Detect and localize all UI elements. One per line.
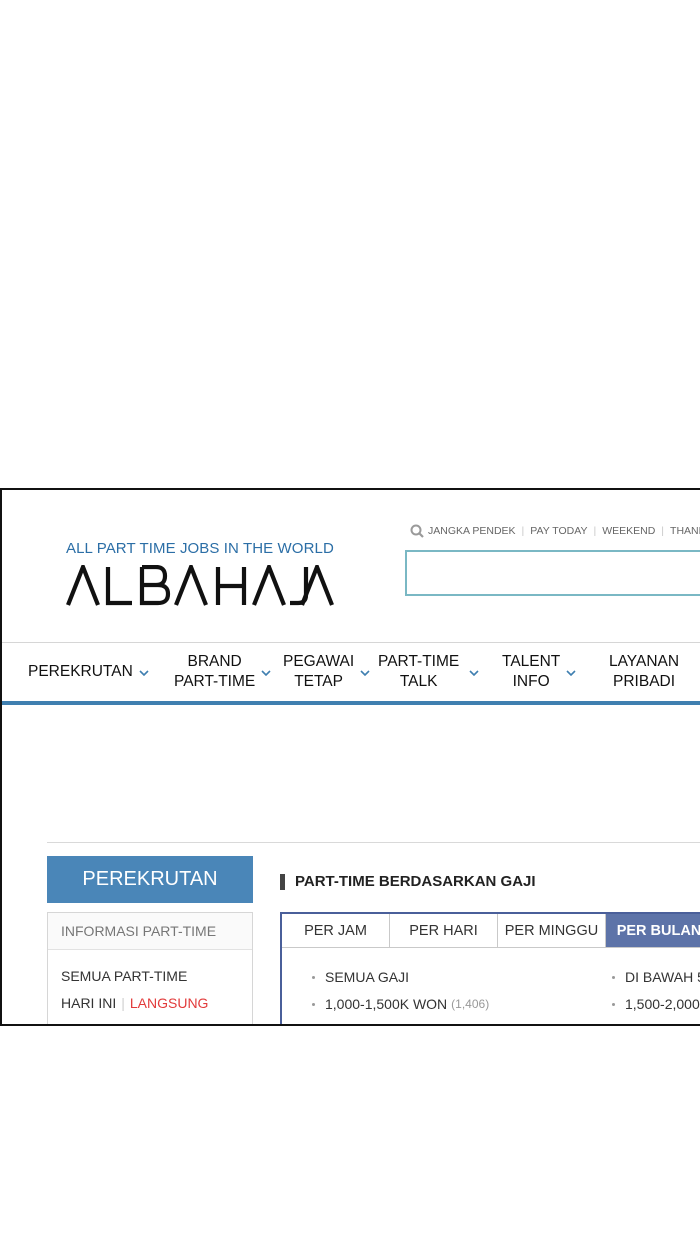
tab-per-month[interactable]: PER BULAN — [606, 914, 700, 947]
salary-range-1000-1500[interactable]: 1,000-1,500K WON (1,406) — [312, 996, 489, 1012]
salary-range-under[interactable]: DI BAWAH 5 — [612, 969, 700, 985]
section-title-text: PART-TIME BERDASARKAN GAJI — [295, 873, 536, 890]
nav-label-line: PART-TIME — [378, 653, 460, 670]
nav-label-line: INFO — [512, 673, 550, 690]
sidebar-title: PEREKRUTAN — [47, 856, 253, 903]
tab-per-hour[interactable]: PER JAM — [282, 914, 390, 947]
nav-item-part-time-talk[interactable]: PART-TIME TALK — [378, 643, 479, 701]
nav-label: PART-TIME TALK — [378, 652, 459, 692]
content-divider — [47, 842, 700, 843]
nav-item-personal-service[interactable]: LAYANAN PRIBADI — [609, 643, 679, 701]
salary-range-count: (1,406) — [451, 997, 490, 1011]
nav-label-line: BRAND — [187, 653, 242, 670]
nav-label: LAYANAN PRIBADI — [609, 652, 679, 692]
nav-label: PEGAWAI TETAP — [283, 652, 354, 692]
site-logo[interactable] — [66, 561, 336, 612]
nav-label-line: LAYANAN — [609, 653, 680, 670]
divider: | — [661, 525, 665, 537]
salary-filter-panel: PER JAM PER HARI PER MINGGU PER BULAN SE… — [280, 912, 700, 1024]
browser-viewport: ALL PART TIME JOBS IN THE WORLD JANGKA P… — [0, 488, 700, 1026]
nav-item-permanent-staff[interactable]: PEGAWAI TETAP — [283, 643, 370, 701]
tab-per-day[interactable]: PER HARI — [390, 914, 498, 947]
nav-label: PEREKRUTAN — [28, 663, 133, 680]
nav-label-line: TALENT — [502, 653, 561, 670]
divider: | — [121, 995, 125, 1011]
salary-range-label: DI BAWAH 5 — [625, 969, 700, 985]
quick-link-short-term[interactable]: JANGKA PENDEK — [428, 525, 516, 537]
sidebar-subhead: INFORMASI PART-TIME — [48, 913, 252, 950]
divider: | — [521, 525, 525, 537]
bullet — [612, 975, 615, 979]
sidebar-menu: INFORMASI PART-TIME SEMUA PART-TIME HARI… — [47, 912, 253, 1024]
chevron-down-icon — [566, 670, 576, 676]
bullet — [612, 1002, 615, 1006]
nav-label-line: PART-TIME — [174, 673, 256, 690]
nav-label-line: TALK — [399, 673, 438, 690]
salary-range-label: 1,500-2,000 — [625, 996, 700, 1012]
divider: | — [593, 525, 597, 537]
bullet — [312, 1002, 315, 1006]
search-icon[interactable] — [410, 524, 424, 538]
nav-item-brand-part-time[interactable]: BRAND PART-TIME — [174, 643, 271, 701]
salary-range-label: SEMUA GAJI — [325, 969, 410, 985]
quick-link-pay-today[interactable]: PAY TODAY — [530, 525, 587, 537]
bullet — [312, 975, 315, 979]
salary-range-1500-2000[interactable]: 1,500-2,000 — [612, 996, 700, 1012]
chevron-down-icon — [469, 670, 479, 676]
section-title: PART-TIME BERDASARKAN GAJI — [280, 873, 536, 890]
chevron-down-icon — [139, 670, 149, 676]
chevron-down-icon — [360, 670, 370, 676]
nav-label: TALENT INFO — [502, 652, 560, 692]
nav-label-line: PRIBADI — [613, 673, 676, 690]
nav-label-line: PEGAWAI — [283, 653, 355, 670]
quick-links: JANGKA PENDEK | PAY TODAY | WEEKEND | TH… — [410, 524, 700, 538]
sidebar-item-today-row: HARI INI | LANGSUNG — [61, 995, 208, 1011]
nav-label: BRAND PART-TIME — [174, 652, 255, 692]
quick-link-weekend[interactable]: WEEKEND — [602, 525, 655, 537]
search-input[interactable] — [405, 550, 700, 596]
albahaja-logo-mark — [66, 561, 334, 606]
salary-tabs: PER JAM PER HARI PER MINGGU PER BULAN — [282, 914, 700, 948]
site-tagline: ALL PART TIME JOBS IN THE WORLD — [66, 540, 334, 557]
main-nav: PEREKRUTAN BRAND PART-TIME PEGAWAI TETAP P… — [2, 642, 700, 705]
nav-label-line: TETAP — [294, 673, 343, 690]
chevron-down-icon — [261, 670, 271, 676]
sidebar-item-live[interactable]: LANGSUNG — [130, 995, 209, 1011]
nav-item-talent-info[interactable]: TALENT INFO — [502, 643, 576, 701]
section-bar — [280, 873, 285, 890]
quick-link-thanksgiving[interactable]: THANKSG — [670, 525, 700, 537]
salary-range-all[interactable]: SEMUA GAJI — [312, 969, 409, 985]
salary-range-label: 1,000-1,500K WON — [325, 996, 448, 1012]
sidebar-item-all-part-time[interactable]: SEMUA PART-TIME — [61, 968, 187, 984]
sidebar-item-today[interactable]: HARI INI — [61, 995, 116, 1011]
tab-per-week[interactable]: PER MINGGU — [498, 914, 606, 947]
nav-item-recruitment[interactable]: PEREKRUTAN — [28, 643, 149, 701]
